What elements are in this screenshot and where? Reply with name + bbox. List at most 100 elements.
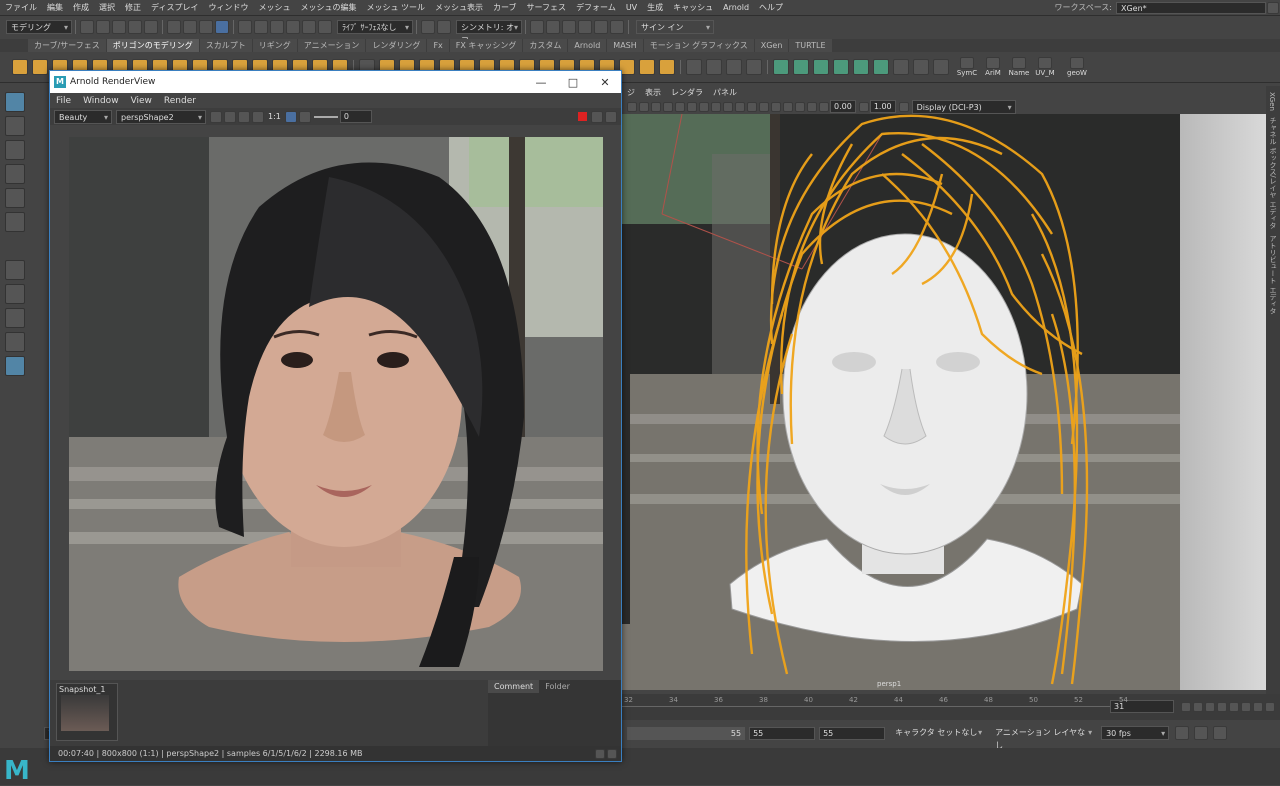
select-component-icon[interactable] xyxy=(199,20,213,34)
arim-icon[interactable] xyxy=(986,57,1000,69)
shelf-tab[interactable]: XGen xyxy=(755,39,789,52)
shelf-tab[interactable]: アニメーション xyxy=(298,39,366,52)
xgen-noise-icon[interactable] xyxy=(913,59,929,75)
anim-prefs-icon[interactable] xyxy=(1213,726,1227,740)
workspace-dropdown[interactable]: XGen* xyxy=(1116,2,1266,14)
symmetry-dropdown[interactable]: シンメトリ: オフ xyxy=(456,20,522,34)
xgen-groom-icon[interactable] xyxy=(813,59,829,75)
shelf-tab[interactable]: Arnold xyxy=(568,39,606,52)
xgen-create-icon[interactable] xyxy=(773,59,789,75)
display-icon[interactable] xyxy=(252,111,264,123)
close-icon[interactable]: ✕ xyxy=(589,76,621,89)
xgen-export-icon[interactable] xyxy=(893,59,909,75)
renderview-menu-item[interactable]: File xyxy=(50,96,77,106)
fps-dropdown[interactable]: 30 fps xyxy=(1101,726,1169,740)
menu-item[interactable]: ウィンドウ xyxy=(203,0,253,15)
lock-icon[interactable] xyxy=(1267,2,1279,14)
shelf-tab[interactable]: TURTLE xyxy=(789,39,831,52)
poly-cube-icon[interactable] xyxy=(32,59,48,75)
outliner-layout-icon[interactable] xyxy=(5,356,25,376)
menu-item[interactable]: デフォーム xyxy=(571,0,621,15)
snap-view-icon[interactable] xyxy=(286,20,300,34)
shelf-tab[interactable]: FX キャッシング xyxy=(450,39,523,52)
uv-editor-icon[interactable] xyxy=(706,59,722,75)
attribute-editor-tab[interactable]: アトリビュート エディタ xyxy=(1268,235,1278,314)
grid-toggle-icon[interactable] xyxy=(639,102,649,112)
select-tool-icon[interactable] xyxy=(5,92,25,112)
uv-unfold-icon[interactable] xyxy=(726,59,742,75)
viewport-menu-item[interactable]: レンダラ xyxy=(666,87,708,98)
undo-icon[interactable] xyxy=(128,20,142,34)
xgen-preview-icon[interactable] xyxy=(853,59,869,75)
shadows-icon[interactable] xyxy=(699,102,709,112)
poly-sphere-icon[interactable] xyxy=(12,59,28,75)
wireframe-icon[interactable] xyxy=(651,102,661,112)
collapse-icon[interactable] xyxy=(607,749,617,759)
snap-curve-icon[interactable] xyxy=(254,20,268,34)
menu-item[interactable]: キャッシュ xyxy=(668,0,718,15)
shelf-tab[interactable]: ポリゴンのモデリング xyxy=(107,39,199,52)
exposure-field[interactable]: 0.00 xyxy=(830,100,856,113)
signin-button[interactable]: サイン イン xyxy=(636,20,714,34)
exposure-slider-icon[interactable] xyxy=(299,111,311,123)
menu-item[interactable]: サーフェス xyxy=(522,0,572,15)
safe-action-icon[interactable] xyxy=(807,102,817,112)
four-pane-icon[interactable] xyxy=(5,308,25,328)
menu-item[interactable]: 選択 xyxy=(94,0,120,15)
xgen-cache-icon[interactable] xyxy=(873,59,889,75)
viewport-menu-item[interactable]: ジ xyxy=(622,87,640,98)
name-icon[interactable] xyxy=(1012,57,1026,69)
viewport-3d[interactable]: persp1 xyxy=(622,114,1180,690)
isolate-icon[interactable] xyxy=(723,102,733,112)
auto-key-icon[interactable] xyxy=(1194,726,1208,740)
menu-item[interactable]: カーブ xyxy=(488,0,522,15)
renderview-menu-item[interactable]: Window xyxy=(77,96,125,106)
menu-item[interactable]: Arnold xyxy=(718,0,754,15)
color-channel-icon[interactable] xyxy=(224,111,236,123)
menu-item[interactable]: 生成 xyxy=(642,0,668,15)
xgen-modifier-icon[interactable] xyxy=(833,59,849,75)
xray-joints-icon[interactable] xyxy=(747,102,757,112)
render-sun-icon[interactable] xyxy=(210,111,222,123)
construction-icon[interactable] xyxy=(437,20,451,34)
connect-icon[interactable] xyxy=(639,59,655,75)
snapshot-image[interactable] xyxy=(61,695,109,731)
menu-item[interactable]: 編集 xyxy=(42,0,68,15)
aov-dropdown[interactable]: Beauty xyxy=(54,110,112,124)
field-chart-icon[interactable] xyxy=(795,102,805,112)
menu-item[interactable]: メッシュ xyxy=(253,0,295,15)
exposure-icon[interactable] xyxy=(819,102,829,112)
ipr-icon[interactable] xyxy=(591,111,603,123)
play-back-icon[interactable] xyxy=(1217,702,1227,712)
shelf-tab[interactable]: カスタム xyxy=(523,39,567,52)
exposure-value[interactable]: 0 xyxy=(340,110,372,123)
step-forward-icon[interactable] xyxy=(1241,702,1251,712)
renderview-menu-item[interactable]: Render xyxy=(158,96,202,106)
character-set-dropdown[interactable]: キャラクタ セットなし xyxy=(891,726,985,740)
crop-region-icon[interactable] xyxy=(285,111,297,123)
step-back-key-icon[interactable] xyxy=(1193,702,1203,712)
shelf-tab[interactable]: リギング xyxy=(253,39,297,52)
live-surface-dropdown[interactable]: ﾗｲﾌﾞ ｻｰﾌｪｽなし xyxy=(337,20,413,34)
scale-tool-icon[interactable] xyxy=(5,212,25,232)
snapshot-icon[interactable] xyxy=(595,749,605,759)
quad-draw-icon[interactable] xyxy=(659,59,675,75)
open-scene-icon[interactable] xyxy=(96,20,110,34)
camera-select-icon[interactable] xyxy=(627,102,637,112)
snap-magnet-icon[interactable] xyxy=(318,20,332,34)
xray-icon[interactable] xyxy=(735,102,745,112)
settings-gear-icon[interactable] xyxy=(605,111,617,123)
history-icon[interactable] xyxy=(421,20,435,34)
colorspace-dropdown[interactable]: Display (DCI-P3) xyxy=(912,100,1016,114)
snapshot-thumbnail[interactable]: Snapshot_1 xyxy=(56,683,118,741)
shelf-tab[interactable]: Fx xyxy=(427,39,448,52)
anim-end-field[interactable]: 55 xyxy=(749,727,815,740)
save-scene-icon[interactable] xyxy=(112,20,126,34)
render-current-icon[interactable] xyxy=(530,20,544,34)
rotate-tool-icon[interactable] xyxy=(5,188,25,208)
sculpt-icon[interactable] xyxy=(686,59,702,75)
select-hierarchy-icon[interactable] xyxy=(167,20,181,34)
ao-icon[interactable] xyxy=(711,102,721,112)
folder-tab[interactable]: Folder xyxy=(539,680,576,693)
backface-icon[interactable] xyxy=(759,102,769,112)
